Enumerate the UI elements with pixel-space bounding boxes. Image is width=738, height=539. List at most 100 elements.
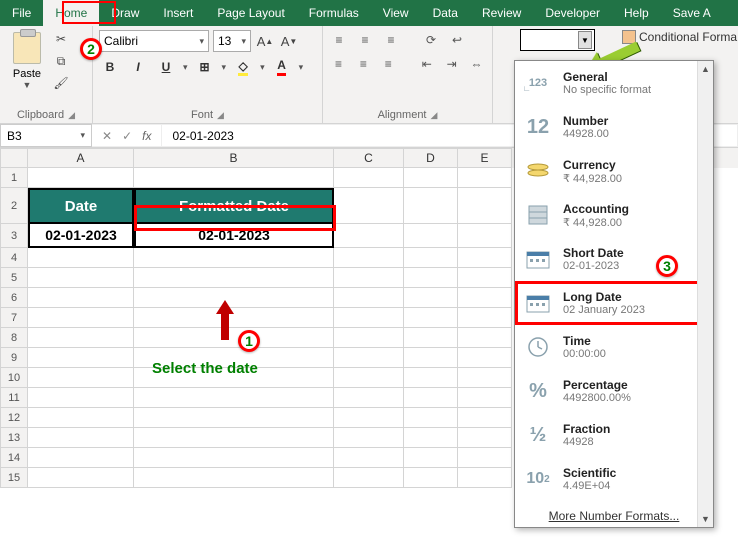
clipboard-launcher-icon[interactable]: ◢ xyxy=(68,110,75,120)
cell-E2[interactable] xyxy=(458,188,512,224)
increase-font-button[interactable]: A▲ xyxy=(255,31,275,51)
tab-review[interactable]: Review xyxy=(470,0,533,26)
cell-B2[interactable]: Formatted Date xyxy=(134,188,334,224)
more-number-formats-link[interactable]: More Number Formats... xyxy=(515,501,713,531)
font-launcher-icon[interactable]: ◢ xyxy=(217,110,224,120)
tab-data[interactable]: Data xyxy=(421,0,470,26)
format-time[interactable]: Time00:00:00 xyxy=(515,325,713,369)
number-format-select[interactable]: ▼ xyxy=(520,29,595,51)
tab-help[interactable]: Help xyxy=(612,0,661,26)
tab-developer[interactable]: Developer xyxy=(533,0,612,26)
cell-A3[interactable]: 02-01-2023 xyxy=(28,224,134,248)
format-short-date[interactable]: Short Date02-01-2023 xyxy=(515,237,713,281)
font-size-select[interactable]: 13▾ xyxy=(213,30,251,52)
col-header-A[interactable]: A xyxy=(28,148,134,168)
align-launcher-icon[interactable]: ◢ xyxy=(431,110,438,120)
borders-drop-icon[interactable]: ▾ xyxy=(222,62,227,73)
formula-tools: ✕ ✓ fx xyxy=(92,124,162,147)
fx-icon[interactable]: fx xyxy=(142,129,151,143)
align-middle-button[interactable]: ≡ xyxy=(355,30,375,50)
scientific-icon: 102 xyxy=(523,466,553,492)
cell-B3[interactable]: 02-01-2023 xyxy=(134,224,334,248)
wrap-text-button[interactable]: ↩ xyxy=(447,30,467,50)
borders-button[interactable]: ⊞ xyxy=(194,56,216,78)
merge-button[interactable]: ⇔ xyxy=(467,54,486,74)
cell-E3[interactable] xyxy=(458,224,512,248)
fill-drop-icon[interactable]: ▾ xyxy=(260,62,265,73)
font-group-label: Font◢ xyxy=(99,107,316,121)
tab-page-layout[interactable]: Page Layout xyxy=(205,0,296,26)
paste-icon xyxy=(13,32,41,64)
bucket-icon: ◇ xyxy=(238,59,247,76)
decrease-font-button[interactable]: A▼ xyxy=(279,31,299,51)
cell-D3[interactable] xyxy=(404,224,458,248)
format-percentage[interactable]: % Percentage4492800.00% xyxy=(515,369,713,413)
conditional-formatting-button[interactable]: Conditional Forma xyxy=(622,30,737,44)
copy-button[interactable]: ⧉ xyxy=(52,52,70,70)
group-font: Calibri▾ 13▾ A▲ A▼ B I U ▾ ⊞ ▾ ◇ ▾ A ▾ F… xyxy=(93,26,323,123)
format-long-date[interactable]: Long Date02 January 2023 xyxy=(515,281,713,325)
format-general[interactable]: 123∟ GeneralNo specific format xyxy=(515,61,713,105)
tab-file[interactable]: File xyxy=(0,0,43,26)
bold-button[interactable]: B xyxy=(99,56,121,78)
increase-indent-button[interactable]: ⇥ xyxy=(442,54,461,74)
underline-button[interactable]: U xyxy=(155,56,177,78)
group-alignment: ≡ ≡ ≡ ⟳ ↩ ≡ ≡ ≡ ⇤ ⇥ ⇔ Alignment◢ xyxy=(323,26,493,123)
fill-color-button[interactable]: ◇ xyxy=(232,56,254,78)
select-all-corner[interactable] xyxy=(0,148,28,168)
decrease-indent-button[interactable]: ⇤ xyxy=(417,54,436,74)
underline-drop-icon[interactable]: ▾ xyxy=(183,62,188,73)
italic-button[interactable]: I xyxy=(127,56,149,78)
align-left-button[interactable]: ≡ xyxy=(329,54,348,74)
row-header-3[interactable]: 3 xyxy=(0,224,28,248)
cell-E1[interactable] xyxy=(458,168,512,188)
cell-C2[interactable] xyxy=(334,188,404,224)
number-format-drop-icon[interactable]: ▼ xyxy=(578,31,592,49)
orientation-button[interactable]: ⟳ xyxy=(421,30,441,50)
tab-formulas[interactable]: Formulas xyxy=(297,0,371,26)
tab-home[interactable]: Home xyxy=(43,0,99,26)
col-header-C[interactable]: C xyxy=(334,148,404,168)
font-color-button[interactable]: A xyxy=(271,56,293,78)
align-right-button[interactable]: ≡ xyxy=(379,54,398,74)
row-header-1[interactable]: 1 xyxy=(0,168,28,188)
tab-view[interactable]: View xyxy=(371,0,421,26)
cut-button[interactable]: ✂ xyxy=(52,30,70,48)
format-number[interactable]: 12 Number44928.00 xyxy=(515,105,713,149)
paste-button[interactable]: Paste ▼ xyxy=(6,30,48,92)
format-scientific[interactable]: 102 Scientific4.49E+04 xyxy=(515,457,713,501)
col-header-E[interactable]: E xyxy=(458,148,512,168)
format-painter-button[interactable]: 🖌 xyxy=(52,74,70,92)
align-top-button[interactable]: ≡ xyxy=(329,30,349,50)
row-header-2[interactable]: 2 xyxy=(0,188,28,224)
font-name-select[interactable]: Calibri▾ xyxy=(99,30,209,52)
cell-D2[interactable] xyxy=(404,188,458,224)
align-bottom-button[interactable]: ≡ xyxy=(381,30,401,50)
scroll-up-icon[interactable]: ▲ xyxy=(698,61,713,77)
tab-save[interactable]: Save A xyxy=(661,0,723,26)
cancel-icon[interactable]: ✕ xyxy=(102,129,112,143)
cell-C3[interactable] xyxy=(334,224,404,248)
cell-D1[interactable] xyxy=(404,168,458,188)
dropdown-scrollbar[interactable]: ▲ ▼ xyxy=(697,61,713,527)
format-fraction[interactable]: ½ Fraction44928 xyxy=(515,413,713,457)
cell-C1[interactable] xyxy=(334,168,404,188)
cell-A1[interactable] xyxy=(28,168,134,188)
col-header-B[interactable]: B xyxy=(134,148,334,168)
calendar-icon xyxy=(523,290,553,316)
name-box[interactable]: B3▾ xyxy=(0,124,92,147)
enter-icon[interactable]: ✓ xyxy=(122,129,132,143)
cell-B1[interactable] xyxy=(134,168,334,188)
cell-A2[interactable]: Date xyxy=(28,188,134,224)
font-color-drop-icon[interactable]: ▾ xyxy=(299,62,304,73)
number-icon: 12 xyxy=(523,114,553,140)
format-accounting[interactable]: Accounting₹ 44,928.00 xyxy=(515,193,713,237)
tab-insert[interactable]: Insert xyxy=(151,0,205,26)
paste-drop-icon[interactable]: ▼ xyxy=(23,80,32,90)
align-center-button[interactable]: ≡ xyxy=(354,54,373,74)
col-header-D[interactable]: D xyxy=(404,148,458,168)
tab-draw[interactable]: Draw xyxy=(99,0,151,26)
clock-icon xyxy=(523,334,553,360)
format-currency[interactable]: Currency₹ 44,928.00 xyxy=(515,149,713,193)
scroll-down-icon[interactable]: ▼ xyxy=(698,511,713,527)
